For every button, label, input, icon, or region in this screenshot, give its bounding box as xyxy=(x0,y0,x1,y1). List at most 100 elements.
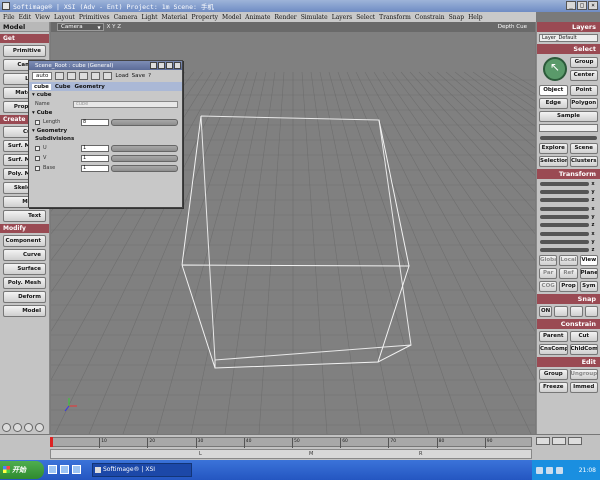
pe-refresh-icon[interactable] xyxy=(158,62,165,69)
create-text-button[interactable]: Text xyxy=(3,210,46,222)
cut-button[interactable]: Cut xyxy=(569,331,598,342)
timeline-ruler[interactable]: 10 20 30 40 50 60 70 80 90 xyxy=(50,437,532,448)
playback-next-icon[interactable] xyxy=(568,437,582,445)
length-slider[interactable] xyxy=(111,118,178,126)
menu-animate[interactable]: Animate xyxy=(245,14,270,21)
modify-model-button[interactable]: Model xyxy=(3,305,46,317)
menu-property[interactable]: Property xyxy=(191,14,218,21)
rotate-y-slider[interactable]: y xyxy=(537,213,600,220)
playback-play-icon[interactable] xyxy=(552,437,566,445)
scale-z-slider[interactable]: z xyxy=(537,196,600,203)
help-button[interactable]: ? xyxy=(148,73,151,79)
snap-on-button[interactable]: ON xyxy=(539,306,553,317)
minimize-button[interactable]: _ xyxy=(566,1,576,10)
menu-view[interactable]: View xyxy=(35,14,50,21)
select-polygon-button[interactable]: Polygon xyxy=(569,98,598,109)
network-icon[interactable] xyxy=(536,466,543,474)
pe-lock-icon[interactable] xyxy=(150,62,157,69)
select-center-button[interactable]: Center xyxy=(570,70,598,81)
base-anim-checkbox[interactable] xyxy=(35,165,40,171)
save-button[interactable]: Save xyxy=(132,73,146,79)
ref-button[interactable]: Ref xyxy=(559,268,578,279)
ungroup-button[interactable]: Ungroup xyxy=(569,369,598,380)
snap-point-icon[interactable] xyxy=(584,306,598,317)
toolbar-model-header[interactable]: Model xyxy=(0,22,49,32)
select-point-button[interactable]: Point xyxy=(569,85,598,96)
modify-surface-button[interactable]: Surface xyxy=(3,263,46,275)
u-field[interactable]: 1 xyxy=(81,144,109,152)
depth-cue-menu[interactable]: Depth Cue xyxy=(498,24,527,30)
menu-select[interactable]: Select xyxy=(356,14,375,21)
select-edge-button[interactable]: Edge xyxy=(539,98,568,109)
base-field[interactable]: 1 xyxy=(81,164,109,172)
brush-icon[interactable] xyxy=(35,423,44,432)
translate-x-slider[interactable]: x xyxy=(537,230,600,237)
tab-cube-general[interactable]: cube xyxy=(32,83,51,90)
translate-z-slider[interactable]: z xyxy=(537,246,600,253)
translate-y-slider[interactable]: y xyxy=(537,238,600,245)
clusters-button[interactable]: Clusters xyxy=(569,156,598,167)
select-sample-button[interactable]: Sample xyxy=(539,111,598,122)
modify-component-button[interactable]: Component xyxy=(3,235,46,247)
menu-constrain[interactable]: Constrain xyxy=(415,14,445,21)
selection-filter-field[interactable] xyxy=(539,124,598,132)
menu-material[interactable]: Material xyxy=(162,14,188,21)
select-object-button[interactable]: Object xyxy=(539,85,568,96)
edit-group-button[interactable]: Group xyxy=(539,369,568,380)
maximize-button[interactable]: □ xyxy=(577,1,587,10)
tab-cube[interactable]: Cube xyxy=(55,84,71,90)
snap-grid-icon[interactable] xyxy=(554,306,568,317)
plane-button[interactable]: Plane xyxy=(579,268,598,279)
par-button[interactable]: Par xyxy=(539,268,558,279)
ime-icon[interactable] xyxy=(556,466,563,474)
scale-y-slider[interactable]: y xyxy=(537,188,600,195)
global-button[interactable]: Global xyxy=(539,255,558,266)
freeze-button[interactable]: Freeze xyxy=(539,382,568,393)
explore-button[interactable]: Explore xyxy=(539,143,568,154)
menu-render[interactable]: Render xyxy=(274,14,296,21)
constrain-title[interactable]: Constrain xyxy=(537,319,600,329)
base-slider[interactable] xyxy=(111,164,178,172)
v-field[interactable]: 1 xyxy=(81,154,109,162)
modify-poly-mesh-button[interactable]: Poly. Mesh xyxy=(3,277,46,289)
menu-camera[interactable]: Camera xyxy=(114,14,138,21)
tab-geometry[interactable]: Geometry xyxy=(74,84,104,90)
volume-icon[interactable] xyxy=(546,466,553,474)
snap-curve-icon[interactable] xyxy=(569,306,583,317)
pe-magnet-icon[interactable] xyxy=(103,72,113,80)
edit-title[interactable]: Edit xyxy=(537,357,600,367)
prop-button[interactable]: Prop xyxy=(559,281,578,292)
axes-toggle[interactable]: X Y Z xyxy=(107,24,121,30)
pe-next-icon[interactable] xyxy=(67,72,77,80)
desktop-icon[interactable] xyxy=(60,465,69,474)
property-editor-title-bar[interactable]: Scene_Root : cube (General) xyxy=(29,61,182,70)
ie-icon[interactable] xyxy=(48,465,57,474)
modify-deform-button[interactable]: Deform xyxy=(3,291,46,303)
v-slider[interactable] xyxy=(111,154,178,162)
scene-button[interactable]: Scene xyxy=(569,143,598,154)
menu-simulate[interactable]: Simulate xyxy=(301,14,328,21)
layer-field[interactable]: Layer_Default xyxy=(539,34,598,42)
menu-transform[interactable]: Transform xyxy=(379,14,411,21)
pe-close-icon[interactable] xyxy=(174,62,181,69)
menu-primitives[interactable]: Primitives xyxy=(79,14,110,21)
select-title[interactable]: Select xyxy=(537,44,600,54)
menu-layout[interactable]: Layout xyxy=(54,14,75,21)
pe-prev-icon[interactable] xyxy=(55,72,65,80)
section-geometry[interactable]: ▾ Geometry xyxy=(29,127,182,135)
v-anim-checkbox[interactable] xyxy=(35,155,40,161)
transform-title[interactable]: Transform xyxy=(537,169,600,179)
immed-button[interactable]: Immed xyxy=(569,382,598,393)
menu-light[interactable]: Light xyxy=(141,14,157,21)
layers-title[interactable]: Layers xyxy=(537,22,600,32)
media-icon[interactable] xyxy=(72,465,81,474)
property-editor[interactable]: Scene_Root : cube (General) auto Load Sa… xyxy=(28,60,183,208)
chldcomp-button[interactable]: ChldComp xyxy=(569,344,598,355)
close-button[interactable]: × xyxy=(588,1,598,10)
rotate-x-slider[interactable]: x xyxy=(537,205,600,212)
hierarchy-icon[interactable] xyxy=(13,423,22,432)
start-button[interactable]: 开始 xyxy=(0,461,44,479)
rotate-z-slider[interactable]: z xyxy=(537,221,600,228)
timeline-playhead[interactable] xyxy=(50,437,53,447)
camera-dropdown[interactable]: Camera xyxy=(57,23,104,31)
